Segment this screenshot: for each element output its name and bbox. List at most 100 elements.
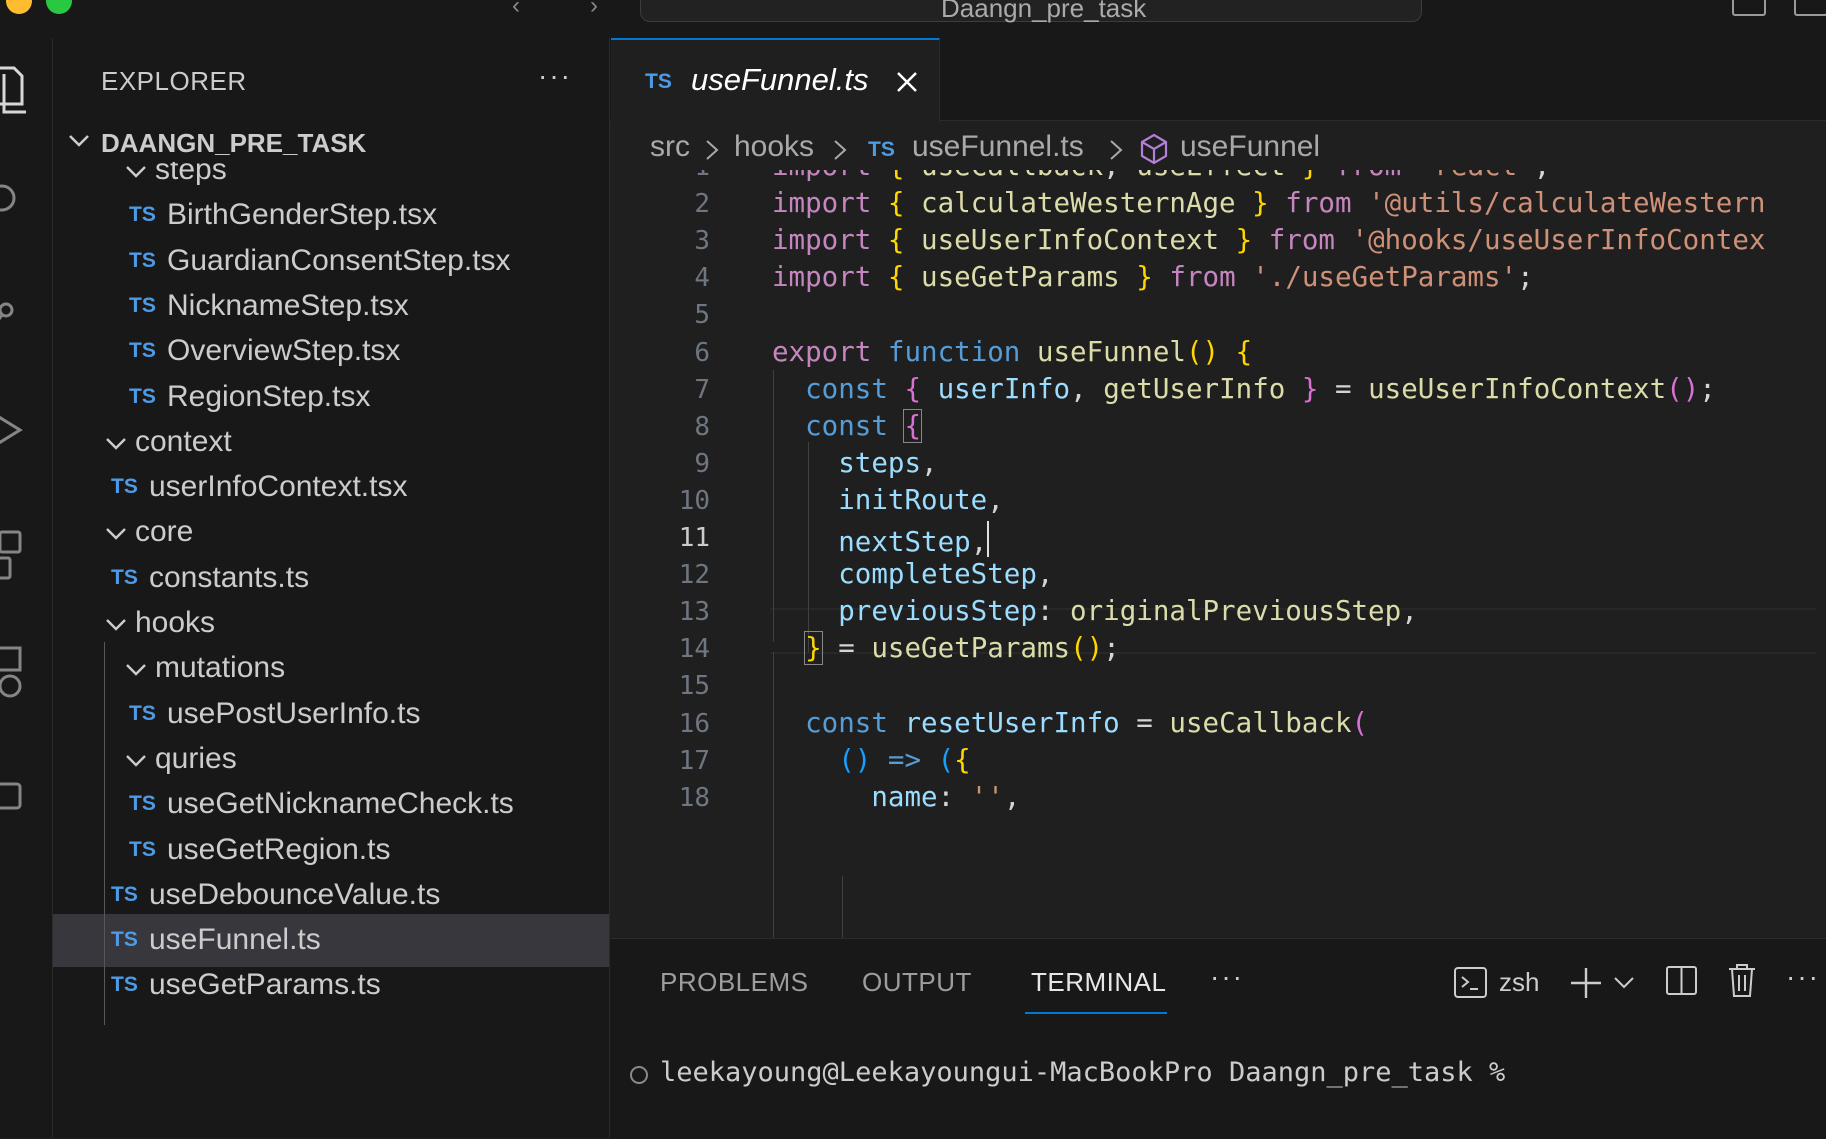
chevron-down-icon: [126, 755, 146, 767]
typescript-file-icon: TS: [111, 973, 138, 997]
code-editor[interactable]: 123456789101112131415161718 import { use…: [610, 170, 1826, 938]
typescript-file-icon: TS: [129, 248, 156, 272]
chevron-down-icon: [106, 437, 126, 450]
line-number: 14: [678, 634, 710, 665]
tree-folder-label: quries: [155, 741, 237, 775]
code-line: import { useCallback, useEffect } from '…: [772, 170, 1550, 182]
line-number: 8: [694, 411, 710, 442]
line-number: 3: [694, 226, 710, 257]
tree-file-label: constants.ts: [149, 560, 310, 594]
tree-file-label: useDebounceValue.ts: [149, 877, 441, 911]
code-line: } = useGetParams();: [804, 631, 1120, 666]
line-number: 5: [694, 300, 710, 331]
chevron-down-icon: [106, 619, 126, 631]
back-arrow-icon[interactable]: ‹: [512, 0, 520, 20]
tab-output[interactable]: OUTPUT: [862, 967, 972, 998]
code-line: const {: [805, 408, 923, 443]
tree-folder-label: context: [135, 424, 232, 458]
chevron-down-icon: [126, 664, 146, 676]
panel-more-button[interactable]: ···: [1210, 961, 1244, 993]
code-line: steps,: [838, 446, 938, 479]
split-terminal-icon[interactable]: [1664, 963, 1700, 999]
tree-file-label: usePostUserInfo.ts: [167, 696, 421, 730]
workspace-root-folder[interactable]: DAANGN_PRE_TASK: [53, 122, 609, 162]
tab-problems[interactable]: PROBLEMS: [660, 967, 809, 998]
add-terminal-icon[interactable]: [1568, 965, 1604, 1001]
toggle-sidebar-icon[interactable]: [1732, 0, 1766, 16]
minimize-window-button[interactable]: [6, 0, 32, 14]
line-number: 6: [694, 337, 710, 368]
toggle-panel-icon[interactable]: [1794, 0, 1826, 16]
line-number: 18: [678, 782, 710, 813]
chevron-down-icon: [106, 528, 126, 541]
tab-terminal[interactable]: TERMINAL: [1031, 967, 1166, 998]
tree-folder-label: hooks: [135, 606, 216, 639]
breadcrumb-file[interactable]: useFunnel.ts: [912, 130, 1084, 164]
tree-file-label: GuardianConsentStep.tsx: [167, 243, 511, 277]
window-title: Daangn_pre_task: [941, 0, 1147, 23]
typescript-file-icon: TS: [111, 565, 138, 589]
code-line: import { useUserInfoContext } from '@hoo…: [772, 224, 1766, 257]
run-debug-icon[interactable]: [0, 408, 30, 452]
breadcrumb-src[interactable]: src: [650, 130, 690, 164]
typescript-file-icon: TS: [129, 384, 156, 408]
code-line: import { useGetParams } from './useGetPa…: [772, 261, 1534, 294]
source-control-icon[interactable]: [0, 296, 30, 336]
explorer-more-actions-button[interactable]: ···: [538, 60, 572, 92]
editor-tab-bar: TS useFunnel.ts: [610, 38, 1826, 123]
typescript-file-icon: TS: [129, 701, 156, 725]
line-number: 2: [694, 189, 710, 220]
search-icon[interactable]: [0, 178, 30, 222]
tab-label: useFunnel.ts: [691, 62, 869, 97]
explorer-files-icon[interactable]: [0, 62, 30, 122]
typescript-file-icon: TS: [129, 792, 156, 816]
remote-explorer-icon[interactable]: [0, 644, 30, 704]
tree-folder-label: core: [135, 515, 194, 549]
terminal-icon[interactable]: [1453, 965, 1489, 1001]
line-number: 17: [678, 745, 710, 776]
chevron-down-icon: [69, 135, 89, 147]
line-number: 13: [678, 597, 710, 628]
code-line: initRoute,: [838, 483, 1004, 516]
line-number: 4: [694, 263, 710, 294]
chevron-down-icon: [126, 166, 146, 178]
trash-icon[interactable]: [1724, 961, 1760, 1001]
workspace-root-label: DAANGN_PRE_TASK: [101, 128, 367, 158]
tree-file-label: useGetParams.ts: [149, 968, 381, 1002]
extensions-icon[interactable]: [0, 528, 30, 598]
minimap[interactable]: [1816, 170, 1826, 938]
tree-file-label: BirthGenderStep.tsx: [167, 198, 438, 232]
close-icon[interactable]: [893, 68, 921, 96]
tree-file-label: useGetRegion.ts: [167, 832, 391, 866]
terminal-shell-name[interactable]: zsh: [1499, 967, 1539, 998]
testing-icon[interactable]: [0, 778, 30, 818]
breadcrumb-hooks[interactable]: hooks: [734, 130, 814, 164]
typescript-file-icon: TS: [111, 475, 138, 499]
symbol-method-icon: [1140, 133, 1168, 165]
code-line: completeStep,: [838, 558, 1054, 591]
tree-file-label: RegionStep.tsx: [167, 379, 371, 413]
chevron-right-icon: [1110, 140, 1123, 160]
code-line: const resetUserInfo = useCallback(: [805, 706, 1369, 739]
typescript-file-icon: TS: [868, 138, 895, 161]
terminal-prompt-line[interactable]: leekayoung@Leekayoungui-MacBookPro Daang…: [660, 1057, 1505, 1088]
tree-file-label: OverviewStep.tsx: [167, 334, 401, 368]
typescript-file-icon: TS: [111, 882, 138, 906]
explorer-sidebar: EXPLORER ··· DAANGN_PRE_TASK steps TS Birt…: [53, 38, 610, 1138]
panel-actions-more-button[interactable]: ···: [1786, 961, 1820, 993]
chevron-down-icon[interactable]: [1612, 973, 1636, 993]
tab-usefunnel[interactable]: TS useFunnel.ts: [611, 38, 940, 123]
tree-file-label: userInfoContext.tsx: [149, 470, 408, 504]
line-number: 16: [678, 708, 710, 739]
typescript-file-icon: TS: [111, 928, 138, 952]
command-center-search[interactable]: Daangn_pre_task: [640, 0, 1422, 23]
code-line: () => ({: [838, 743, 971, 776]
code-line: nextStep,: [772, 521, 990, 558]
line-number: 12: [678, 560, 710, 591]
maximize-window-button[interactable]: [46, 0, 72, 14]
line-number: 1: [610, 170, 710, 182]
tree-file[interactable]: TS useGetParams.ts: [53, 959, 609, 1012]
typescript-file-icon: TS: [129, 293, 156, 317]
forward-arrow-icon[interactable]: ›: [590, 0, 598, 20]
breadcrumb-symbol[interactable]: useFunnel: [1180, 130, 1320, 164]
